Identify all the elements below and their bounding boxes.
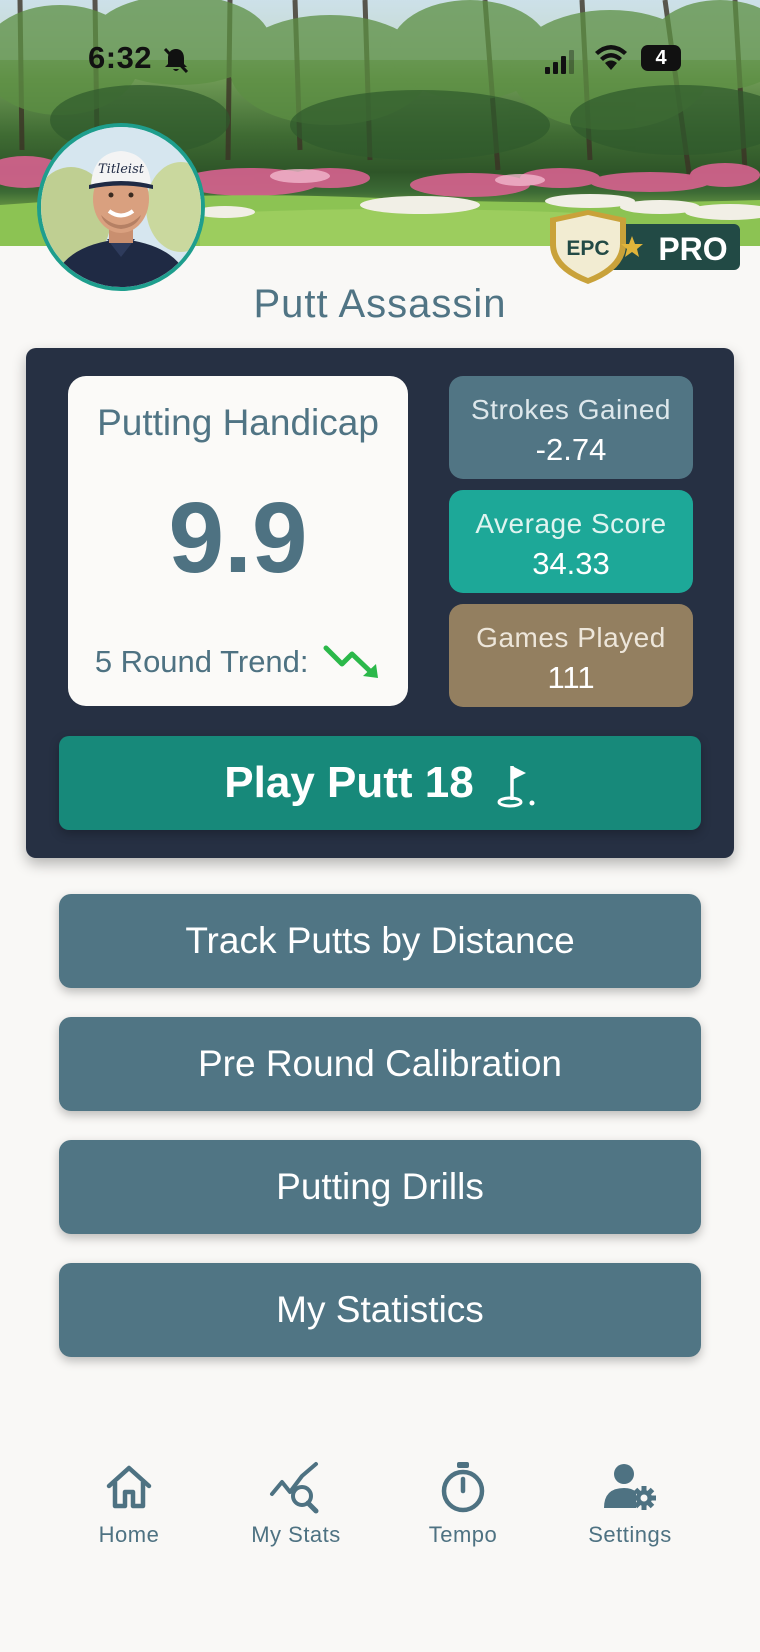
- profile-name: Putt Assassin: [253, 282, 507, 326]
- strokes-gained-value: -2.74: [535, 432, 607, 467]
- trend-label: 5 Round Trend:: [94, 644, 309, 679]
- user-gear-icon: [604, 1464, 656, 1510]
- tab-settings[interactable]: Settings: [555, 1460, 705, 1560]
- tab-my-stats-label: My Stats: [251, 1522, 341, 1547]
- handicap-title: Putting Handicap: [97, 402, 379, 443]
- play-putt-18-button[interactable]: Play Putt 18: [59, 736, 701, 830]
- badge-tier-text: PRO: [658, 231, 727, 267]
- svg-text:Titleist: Titleist: [98, 162, 145, 177]
- trend-row: 5 Round Trend:: [68, 644, 408, 680]
- stats-search-icon: [270, 1462, 319, 1514]
- games-played-label: Games Played: [476, 622, 666, 653]
- trend-down-icon: [323, 645, 379, 678]
- badge-brand-text: EPC: [566, 237, 609, 260]
- epc-pro-badge: PRO EPC: [546, 208, 746, 292]
- pre-round-calibration-button[interactable]: Pre Round Calibration: [59, 1017, 701, 1111]
- track-putts-by-distance-button[interactable]: Track Putts by Distance: [59, 894, 701, 988]
- tab-my-stats[interactable]: My Stats: [221, 1460, 371, 1560]
- bell-muted-icon: [163, 47, 189, 74]
- wifi-icon: [595, 45, 627, 70]
- status-time: 6:32: [88, 40, 153, 75]
- average-score-tile[interactable]: Average Score 34.33: [449, 490, 693, 593]
- status-bar: 6:32 4: [0, 0, 760, 120]
- golfer-portrait: Titleist: [41, 127, 201, 287]
- profile-avatar[interactable]: Titleist: [37, 123, 205, 291]
- putting-handicap-card[interactable]: Putting Handicap 9.9 5 Round Trend:: [68, 376, 408, 706]
- bottom-tab-bar: Home My Stats Tempo Settings: [0, 1460, 760, 1580]
- tab-home[interactable]: Home: [54, 1460, 204, 1560]
- play-button-label: Play Putt 18: [224, 758, 474, 807]
- my-statistics-button[interactable]: My Statistics: [59, 1263, 701, 1357]
- average-score-value: 34.33: [532, 546, 610, 581]
- games-played-tile[interactable]: Games Played 111: [449, 604, 693, 707]
- stopwatch-icon: [441, 1462, 485, 1513]
- games-played-value: 111: [547, 660, 595, 695]
- putting-drills-button[interactable]: Putting Drills: [59, 1140, 701, 1234]
- battery-indicator: 4: [641, 45, 681, 71]
- home-icon: [106, 1465, 152, 1509]
- handicap-value: 9.9: [168, 482, 308, 594]
- tab-tempo-label: Tempo: [428, 1522, 498, 1547]
- tab-settings-label: Settings: [588, 1522, 672, 1547]
- tab-tempo[interactable]: Tempo: [388, 1460, 538, 1560]
- golf-flag-icon: [497, 766, 535, 808]
- average-score-label: Average Score: [475, 508, 667, 539]
- strokes-gained-label: Strokes Gained: [471, 394, 671, 425]
- strokes-gained-tile[interactable]: Strokes Gained -2.74: [449, 376, 693, 479]
- cellular-signal-icon: [545, 50, 574, 74]
- battery-level: 4: [655, 47, 667, 69]
- tab-home-label: Home: [98, 1522, 160, 1547]
